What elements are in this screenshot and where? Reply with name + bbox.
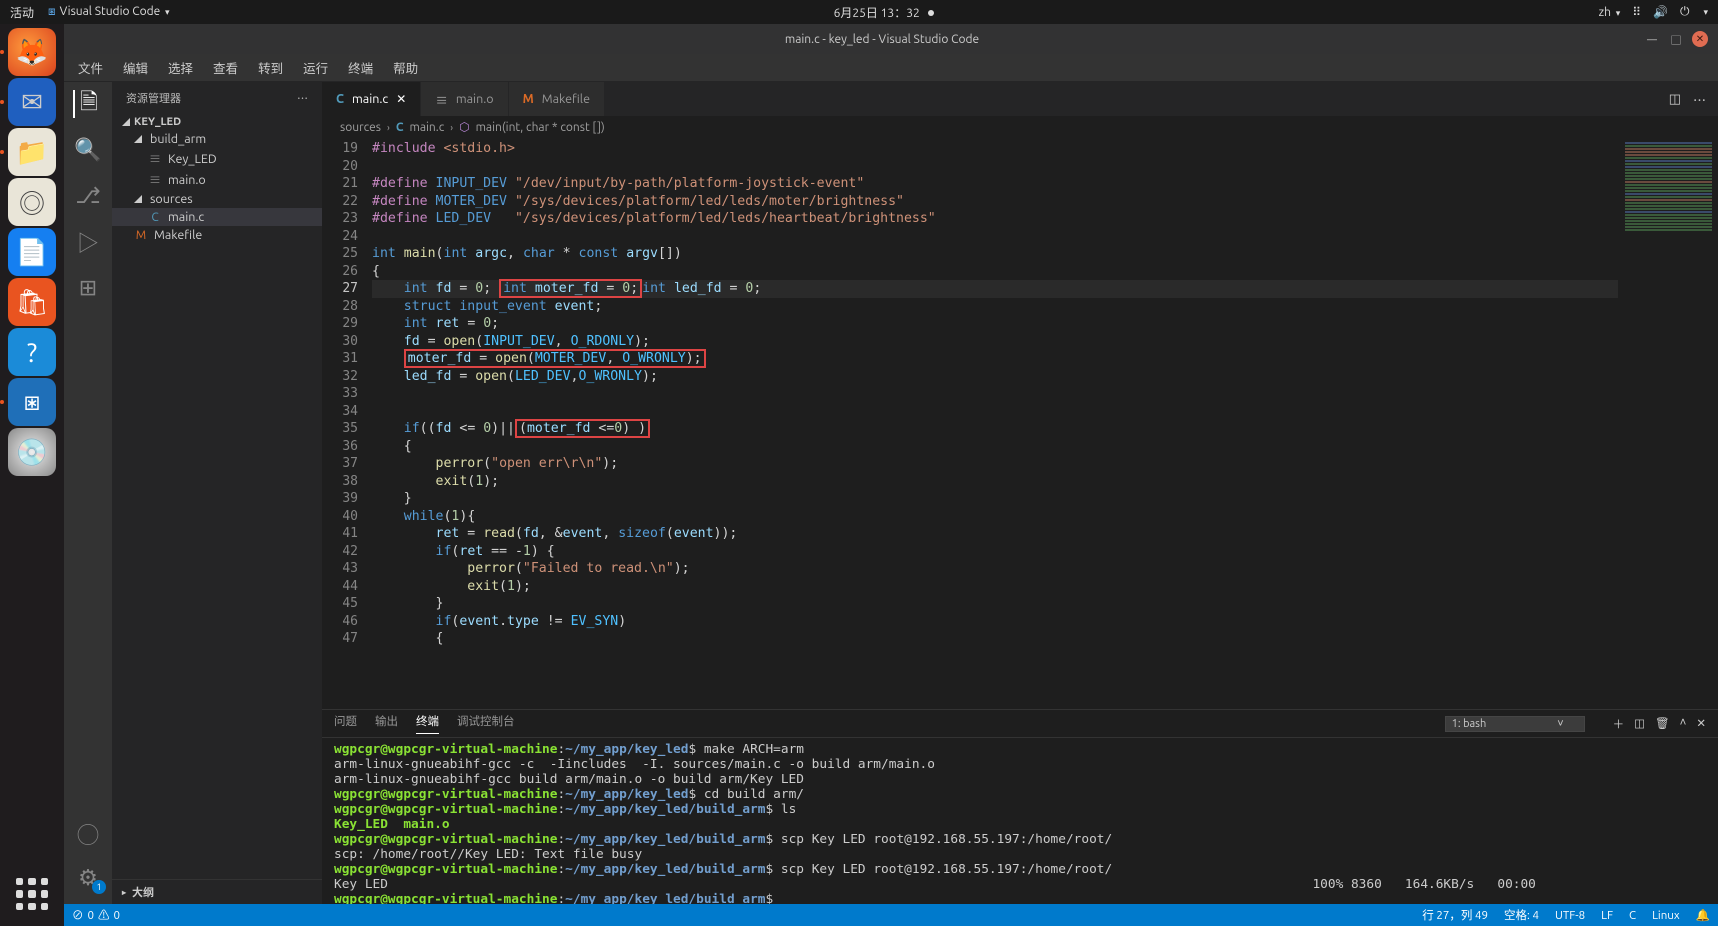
gnome-clock[interactable]: 6月25日 13：32 <box>834 7 920 20</box>
activity-settings-icon[interactable]: ⚙ <box>74 864 102 892</box>
vscode-body: 🗎 🔍 ⎇ ▷ ⊞ ◯ ⚙ 资源管理器 ⋯ ◢KEY_LED build_ar <box>64 82 1718 904</box>
tree-sources[interactable]: sources <box>112 190 322 208</box>
status-bar: ⊘ 0 ⚠ 0 行 27，列 49 空格: 4 UTF-8 LF C Linux… <box>64 904 1718 926</box>
status-errors[interactable]: ⊘ 0 ⚠ 0 <box>72 907 120 923</box>
terminal-body[interactable]: wgpcgr@wgpcgr-virtual-machine:~/my_app/k… <box>322 738 1718 904</box>
activity-explorer-icon[interactable]: 🗎 <box>73 90 101 118</box>
panel-output[interactable]: 输出 <box>375 713 398 734</box>
sidebar: 资源管理器 ⋯ ◢KEY_LED build_arm ≡Key_LED ≡mai… <box>112 82 322 904</box>
notification-dot-icon <box>928 10 934 16</box>
dock-software-icon[interactable]: 🛍 <box>8 278 56 326</box>
dock-apps-grid-icon[interactable] <box>10 872 54 916</box>
network-icon[interactable]: ⠿ <box>1632 5 1641 19</box>
editor-column: Cmain.c✕≡main.oMMakefile ◫ ⋯ sources› C … <box>322 82 1718 904</box>
tabs: Cmain.c✕≡main.oMMakefile ◫ ⋯ <box>322 82 1718 116</box>
dock-vscode-icon[interactable]: ⧆ <box>8 378 56 426</box>
dock-thunderbird-icon[interactable]: ✉ <box>8 78 56 126</box>
volume-icon[interactable]: 🔊 <box>1653 5 1668 19</box>
activity-account-icon[interactable]: ◯ <box>74 820 102 848</box>
minimap[interactable] <box>1618 138 1718 709</box>
tree-build-arm[interactable]: build_arm <box>112 130 322 148</box>
explorer-title: 资源管理器 <box>126 90 181 106</box>
tree-main-o[interactable]: ≡main.o <box>112 169 322 190</box>
menu-edit[interactable]: 编辑 <box>119 56 152 79</box>
dock-help-icon[interactable]: ? <box>8 328 56 376</box>
outline-section[interactable]: ▸大纲 <box>112 879 322 904</box>
activity-run-icon[interactable]: ▷ <box>74 228 102 256</box>
terminal-split-icon[interactable]: ◫ <box>1634 716 1645 732</box>
terminal-kill-icon[interactable]: 🗑 <box>1655 716 1670 732</box>
tab-main-o[interactable]: ≡main.o <box>421 82 508 116</box>
activities-label[interactable]: 活动 <box>10 4 34 21</box>
menu-goto[interactable]: 转到 <box>254 56 287 79</box>
close-button[interactable]: ✕ <box>1692 31 1708 47</box>
tab-Makefile[interactable]: MMakefile <box>509 82 605 116</box>
dock: 🦊 ✉ 📁 ◎ 📄 🛍 ? ⧆ 💿 <box>0 24 64 926</box>
status-lang[interactable]: C <box>1629 907 1636 923</box>
dock-rhythmbox-icon[interactable]: ◎ <box>8 178 56 226</box>
terminal-select[interactable]: 1: bash˅ <box>1445 716 1585 732</box>
menu-run[interactable]: 运行 <box>299 56 332 79</box>
menu-terminal[interactable]: 终端 <box>344 56 377 79</box>
split-editor-icon[interactable]: ◫ <box>1669 92 1681 107</box>
system-menu-arrow-icon[interactable]: ▾ <box>1703 7 1708 18</box>
maximize-button[interactable]: ▢ <box>1668 31 1684 47</box>
minimize-button[interactable]: — <box>1644 31 1660 47</box>
tree-main-c[interactable]: Cmain.c <box>112 208 322 226</box>
tree-makefile[interactable]: MMakefile <box>112 226 322 244</box>
status-eol[interactable]: LF <box>1601 907 1613 923</box>
status-spaces[interactable]: 空格: 4 <box>1504 907 1539 923</box>
power-icon[interactable]: ⏻ <box>1680 5 1690 19</box>
status-os[interactable]: Linux <box>1652 907 1680 923</box>
vscode-window: main.c - key_led - Visual Studio Code — … <box>64 24 1718 926</box>
status-notification-icon[interactable]: 🔔 <box>1696 907 1710 923</box>
dock-firefox-icon[interactable]: 🦊 <box>8 28 56 76</box>
panel-terminal[interactable]: 终端 <box>416 713 439 734</box>
menu-file[interactable]: 文件 <box>74 56 107 79</box>
editor[interactable]: 1920212223242526272829303132333435363738… <box>322 138 1718 709</box>
desktop: 🦊 ✉ 📁 ◎ 📄 🛍 ? ⧆ 💿 main.c - key_led - Vis… <box>0 24 1718 926</box>
activity-bar: 🗎 🔍 ⎇ ▷ ⊞ ◯ ⚙ <box>64 82 112 904</box>
panel-debug[interactable]: 调试控制台 <box>457 713 515 734</box>
activity-extensions-icon[interactable]: ⊞ <box>74 274 102 302</box>
terminal-chevron-icon[interactable]: ˄ <box>1680 716 1687 732</box>
menu-select[interactable]: 选择 <box>164 56 197 79</box>
activity-git-icon[interactable]: ⎇ <box>74 182 102 210</box>
menu-help[interactable]: 帮助 <box>389 56 422 79</box>
terminal-close-icon[interactable]: ✕ <box>1696 716 1706 732</box>
window-title: main.c - key_led - Visual Studio Code <box>124 33 1640 46</box>
titlebar: main.c - key_led - Visual Studio Code — … <box>64 24 1718 54</box>
more-icon[interactable]: ⋯ <box>297 90 308 106</box>
gnome-topbar: 活动 ⧆Visual Studio Code ▾ 6月25日 13：32 zh … <box>0 0 1718 24</box>
status-linecol[interactable]: 行 27，列 49 <box>1422 907 1488 923</box>
breadcrumbs[interactable]: sources› C main.c› ⬡ main(int, char * co… <box>322 116 1718 138</box>
terminal-new-icon[interactable]: ＋ <box>1613 716 1625 732</box>
activity-search-icon[interactable]: 🔍 <box>74 136 102 164</box>
dock-disc-icon[interactable]: 💿 <box>8 428 56 476</box>
bottom-panel: 问题 输出 终端 调试控制台 1: bash˅ ＋ ◫ 🗑 ˄ ✕ <box>322 709 1718 904</box>
tab-more-icon[interactable]: ⋯ <box>1693 90 1706 109</box>
panel-problems[interactable]: 问题 <box>334 713 357 734</box>
status-encoding[interactable]: UTF-8 <box>1555 907 1585 923</box>
dock-files-icon[interactable]: 📁 <box>8 128 56 176</box>
workspace-root[interactable]: ◢KEY_LED <box>112 114 322 130</box>
tab-main-c[interactable]: Cmain.c✕ <box>322 82 421 116</box>
menu-view[interactable]: 查看 <box>209 56 242 79</box>
tree-key-led-bin[interactable]: ≡Key_LED <box>112 148 322 169</box>
sidebar-header: 资源管理器 ⋯ <box>112 82 322 114</box>
topbar-app-name[interactable]: ⧆Visual Studio Code ▾ <box>48 5 170 19</box>
input-lang[interactable]: zh ▾ <box>1599 6 1621 19</box>
menubar: 文件 编辑 选择 查看 转到 运行 终端 帮助 <box>64 54 1718 82</box>
dock-writer-icon[interactable]: 📄 <box>8 228 56 276</box>
